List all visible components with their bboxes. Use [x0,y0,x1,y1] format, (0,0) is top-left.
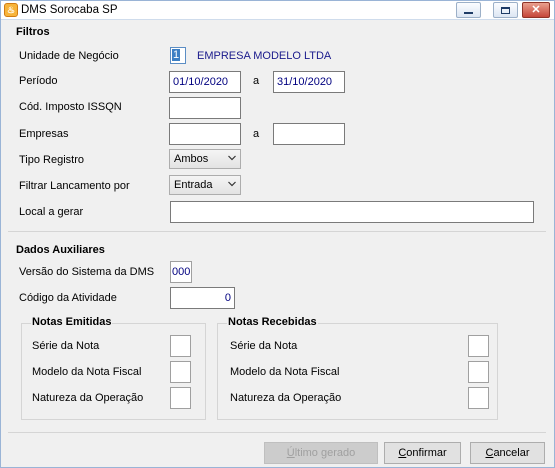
periodo-end-field[interactable]: 31/10/2020 [273,71,345,93]
close-button[interactable]: ✕ [522,2,550,18]
empresas-end-field[interactable] [273,123,345,145]
emitidas-natureza-field[interactable] [170,387,191,409]
title-bar[interactable]: ♨ DMS Sorocaba SP ✕ [1,1,554,20]
unidade-label: Unidade de Negócio [19,50,119,62]
codigo-atividade-field[interactable]: 0 [170,287,235,309]
unidade-name: EMPRESA MODELO LTDA [197,50,332,62]
recebidas-serie-label: Série da Nota [230,340,298,352]
local-field[interactable] [170,201,534,223]
emitidas-natureza-label: Natureza da Operação [32,392,144,404]
periodo-start-field[interactable]: 01/10/2020 [169,71,241,93]
window-title: DMS Sorocaba SP [21,4,118,16]
emitidas-serie-label: Série da Nota [32,340,100,352]
chevron-down-icon [228,155,236,161]
recebidas-natureza-label: Natureza da Operação [230,392,342,404]
cancelar-button[interactable]: Cancelar [470,442,545,464]
confirmar-button[interactable]: Confirmar [384,442,461,464]
tipo-registro-label: Tipo Registro [19,154,85,166]
close-icon: ✕ [531,3,541,16]
tipo-registro-select[interactable]: Ambos [169,149,241,169]
emitidas-modelo-label: Modelo da Nota Fiscal [32,366,142,378]
notas-recebidas-title: Notas Recebidas [227,316,318,328]
filtrar-label: Filtrar Lancamento por [19,180,130,192]
periodo-label: Período [19,75,58,87]
tipo-registro-value: Ambos [174,153,209,165]
versao-field[interactable]: 000 [170,261,192,283]
filtros-title: Filtros [16,26,50,38]
recebidas-modelo-label: Modelo da Nota Fiscal [230,366,340,378]
local-label: Local a gerar [19,206,84,218]
filtrar-select[interactable]: Entrada [169,175,241,195]
emitidas-modelo-field[interactable] [170,361,191,383]
unidade-code-field[interactable]: 1 [170,47,186,64]
empresas-separator: a [253,128,260,140]
ultimo-gerado-button[interactable]: Último gerado [264,442,378,464]
unidade-code-value: 1 [172,49,181,61]
cod-imposto-field[interactable] [169,97,241,119]
cod-imposto-label: Cód. Imposto ISSQN [19,101,122,113]
auxiliares-title: Dados Auxiliares [16,244,105,256]
maximize-icon [501,6,510,14]
app-icon[interactable]: ♨ [4,3,18,17]
recebidas-serie-field[interactable] [468,335,489,357]
versao-label: Versão do Sistema da DMS [19,266,155,278]
ultimo-gerado-label: ltimo gerado [294,447,356,459]
dialog-window: ♨ DMS Sorocaba SP ✕ Filtros Unidade de N… [0,0,555,468]
minimize-button[interactable] [456,2,481,18]
filtrar-value: Entrada [174,179,213,191]
empresas-start-field[interactable] [169,123,241,145]
minimize-icon [464,11,473,14]
maximize-button[interactable] [493,2,518,18]
recebidas-natureza-field[interactable] [468,387,489,409]
empresas-label: Empresas [19,128,69,140]
chevron-down-icon [228,181,236,187]
emitidas-serie-field[interactable] [170,335,191,357]
confirmar-label: onfirmar [406,447,447,459]
notas-emitidas-title: Notas Emitidas [31,316,113,328]
periodo-separator: a [253,75,260,87]
cancelar-label: ancelar [493,447,530,459]
codigo-atividade-label: Código da Atividade [19,292,117,304]
recebidas-modelo-field[interactable] [468,361,489,383]
ultimo-gerado-mnemonic: Ú [286,447,295,459]
